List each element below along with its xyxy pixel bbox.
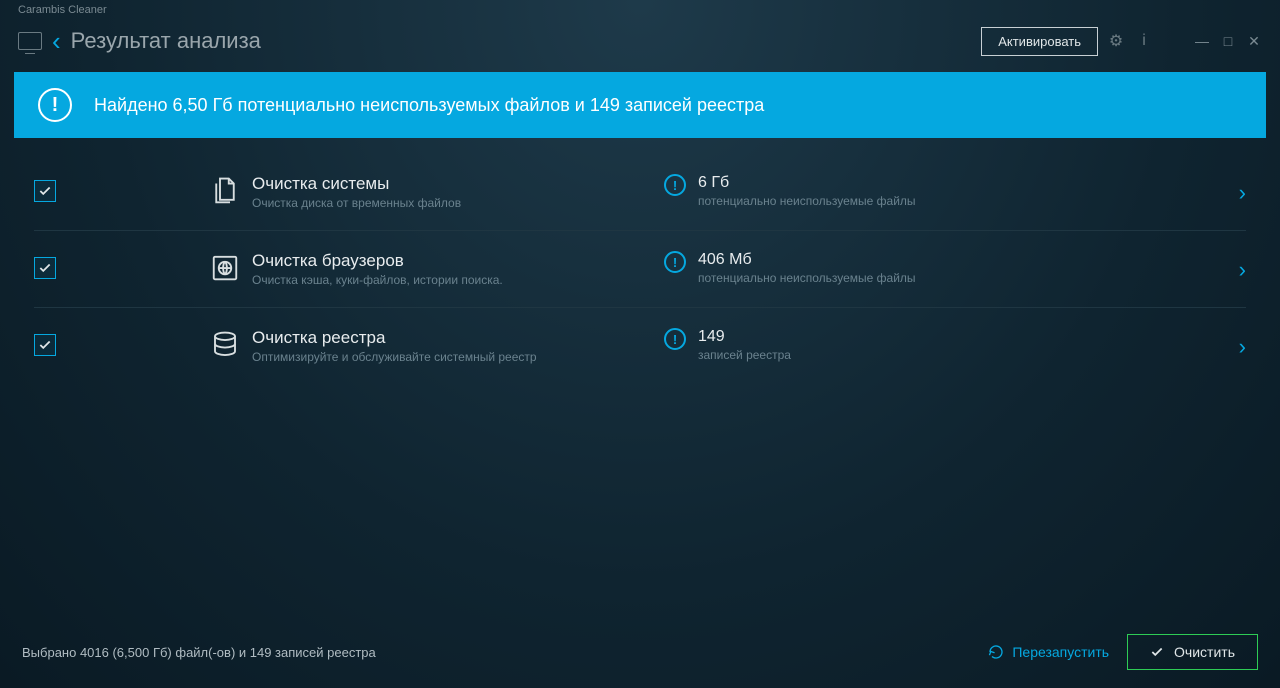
- restart-button[interactable]: Перезапустить: [988, 644, 1109, 660]
- globe-icon: [210, 253, 240, 283]
- category-subtitle: Очистка кэша, куки-файлов, истории поиск…: [252, 273, 664, 287]
- files-icon: [210, 176, 240, 206]
- category-subtitle: Очистка диска от временных файлов: [252, 196, 664, 210]
- database-icon: [210, 330, 240, 360]
- info-icon[interactable]: i: [1134, 32, 1154, 50]
- checkbox-system[interactable]: [34, 180, 56, 202]
- info-badge-icon: !: [664, 328, 686, 350]
- chevron-right-icon[interactable]: ›: [1239, 334, 1246, 360]
- info-badge-icon: !: [664, 174, 686, 196]
- category-title: Очистка системы: [252, 174, 664, 194]
- category-value-sub: потенциально неиспользуемые файлы: [698, 271, 916, 285]
- category-value: 406 Мб: [698, 251, 916, 269]
- refresh-icon: [988, 644, 1004, 660]
- category-value: 6 Гб: [698, 174, 916, 192]
- activate-button[interactable]: Активировать: [981, 27, 1098, 56]
- alert-icon: !: [38, 88, 72, 122]
- category-row-registry: Очистка реестра Оптимизируйте и обслужив…: [34, 308, 1246, 384]
- page-title: Результат анализа: [71, 28, 261, 54]
- check-icon: [1150, 645, 1164, 659]
- restart-label: Перезапустить: [1012, 644, 1109, 660]
- category-value: 149: [698, 328, 791, 346]
- category-value-sub: записей реестра: [698, 348, 791, 362]
- footer: Выбрано 4016 (6,500 Гб) файл(-ов) и 149 …: [0, 616, 1280, 688]
- checkbox-registry[interactable]: [34, 334, 56, 356]
- close-button[interactable]: ✕: [1246, 33, 1262, 50]
- info-badge-icon: !: [664, 251, 686, 273]
- minimize-button[interactable]: —: [1194, 33, 1210, 50]
- chevron-right-icon[interactable]: ›: [1239, 180, 1246, 206]
- category-list: Очистка системы Очистка диска от временн…: [0, 154, 1280, 384]
- back-button[interactable]: ‹: [52, 31, 61, 52]
- category-row-browsers: Очистка браузеров Очистка кэша, куки-фай…: [34, 231, 1246, 308]
- header: ‹ Результат анализа Активировать ⚙ i — □…: [0, 20, 1280, 62]
- category-title: Очистка браузеров: [252, 251, 664, 271]
- monitor-icon: [18, 32, 42, 50]
- clean-button[interactable]: Очистить: [1127, 634, 1258, 670]
- maximize-button[interactable]: □: [1220, 33, 1236, 50]
- selection-status: Выбрано 4016 (6,500 Гб) файл(-ов) и 149 …: [22, 645, 970, 660]
- chevron-right-icon[interactable]: ›: [1239, 257, 1246, 283]
- category-row-system: Очистка системы Очистка диска от временн…: [34, 154, 1246, 231]
- category-subtitle: Оптимизируйте и обслуживайте системный р…: [252, 350, 664, 364]
- result-banner: ! Найдено 6,50 Гб потенциально неиспольз…: [14, 72, 1266, 138]
- clean-label: Очистить: [1174, 644, 1235, 660]
- gear-icon[interactable]: ⚙: [1106, 31, 1126, 51]
- app-title: Carambis Cleaner: [0, 0, 1280, 20]
- category-value-sub: потенциально неиспользуемые файлы: [698, 194, 916, 208]
- banner-text: Найдено 6,50 Гб потенциально неиспользуе…: [94, 95, 764, 116]
- checkbox-browsers[interactable]: [34, 257, 56, 279]
- category-title: Очистка реестра: [252, 328, 664, 348]
